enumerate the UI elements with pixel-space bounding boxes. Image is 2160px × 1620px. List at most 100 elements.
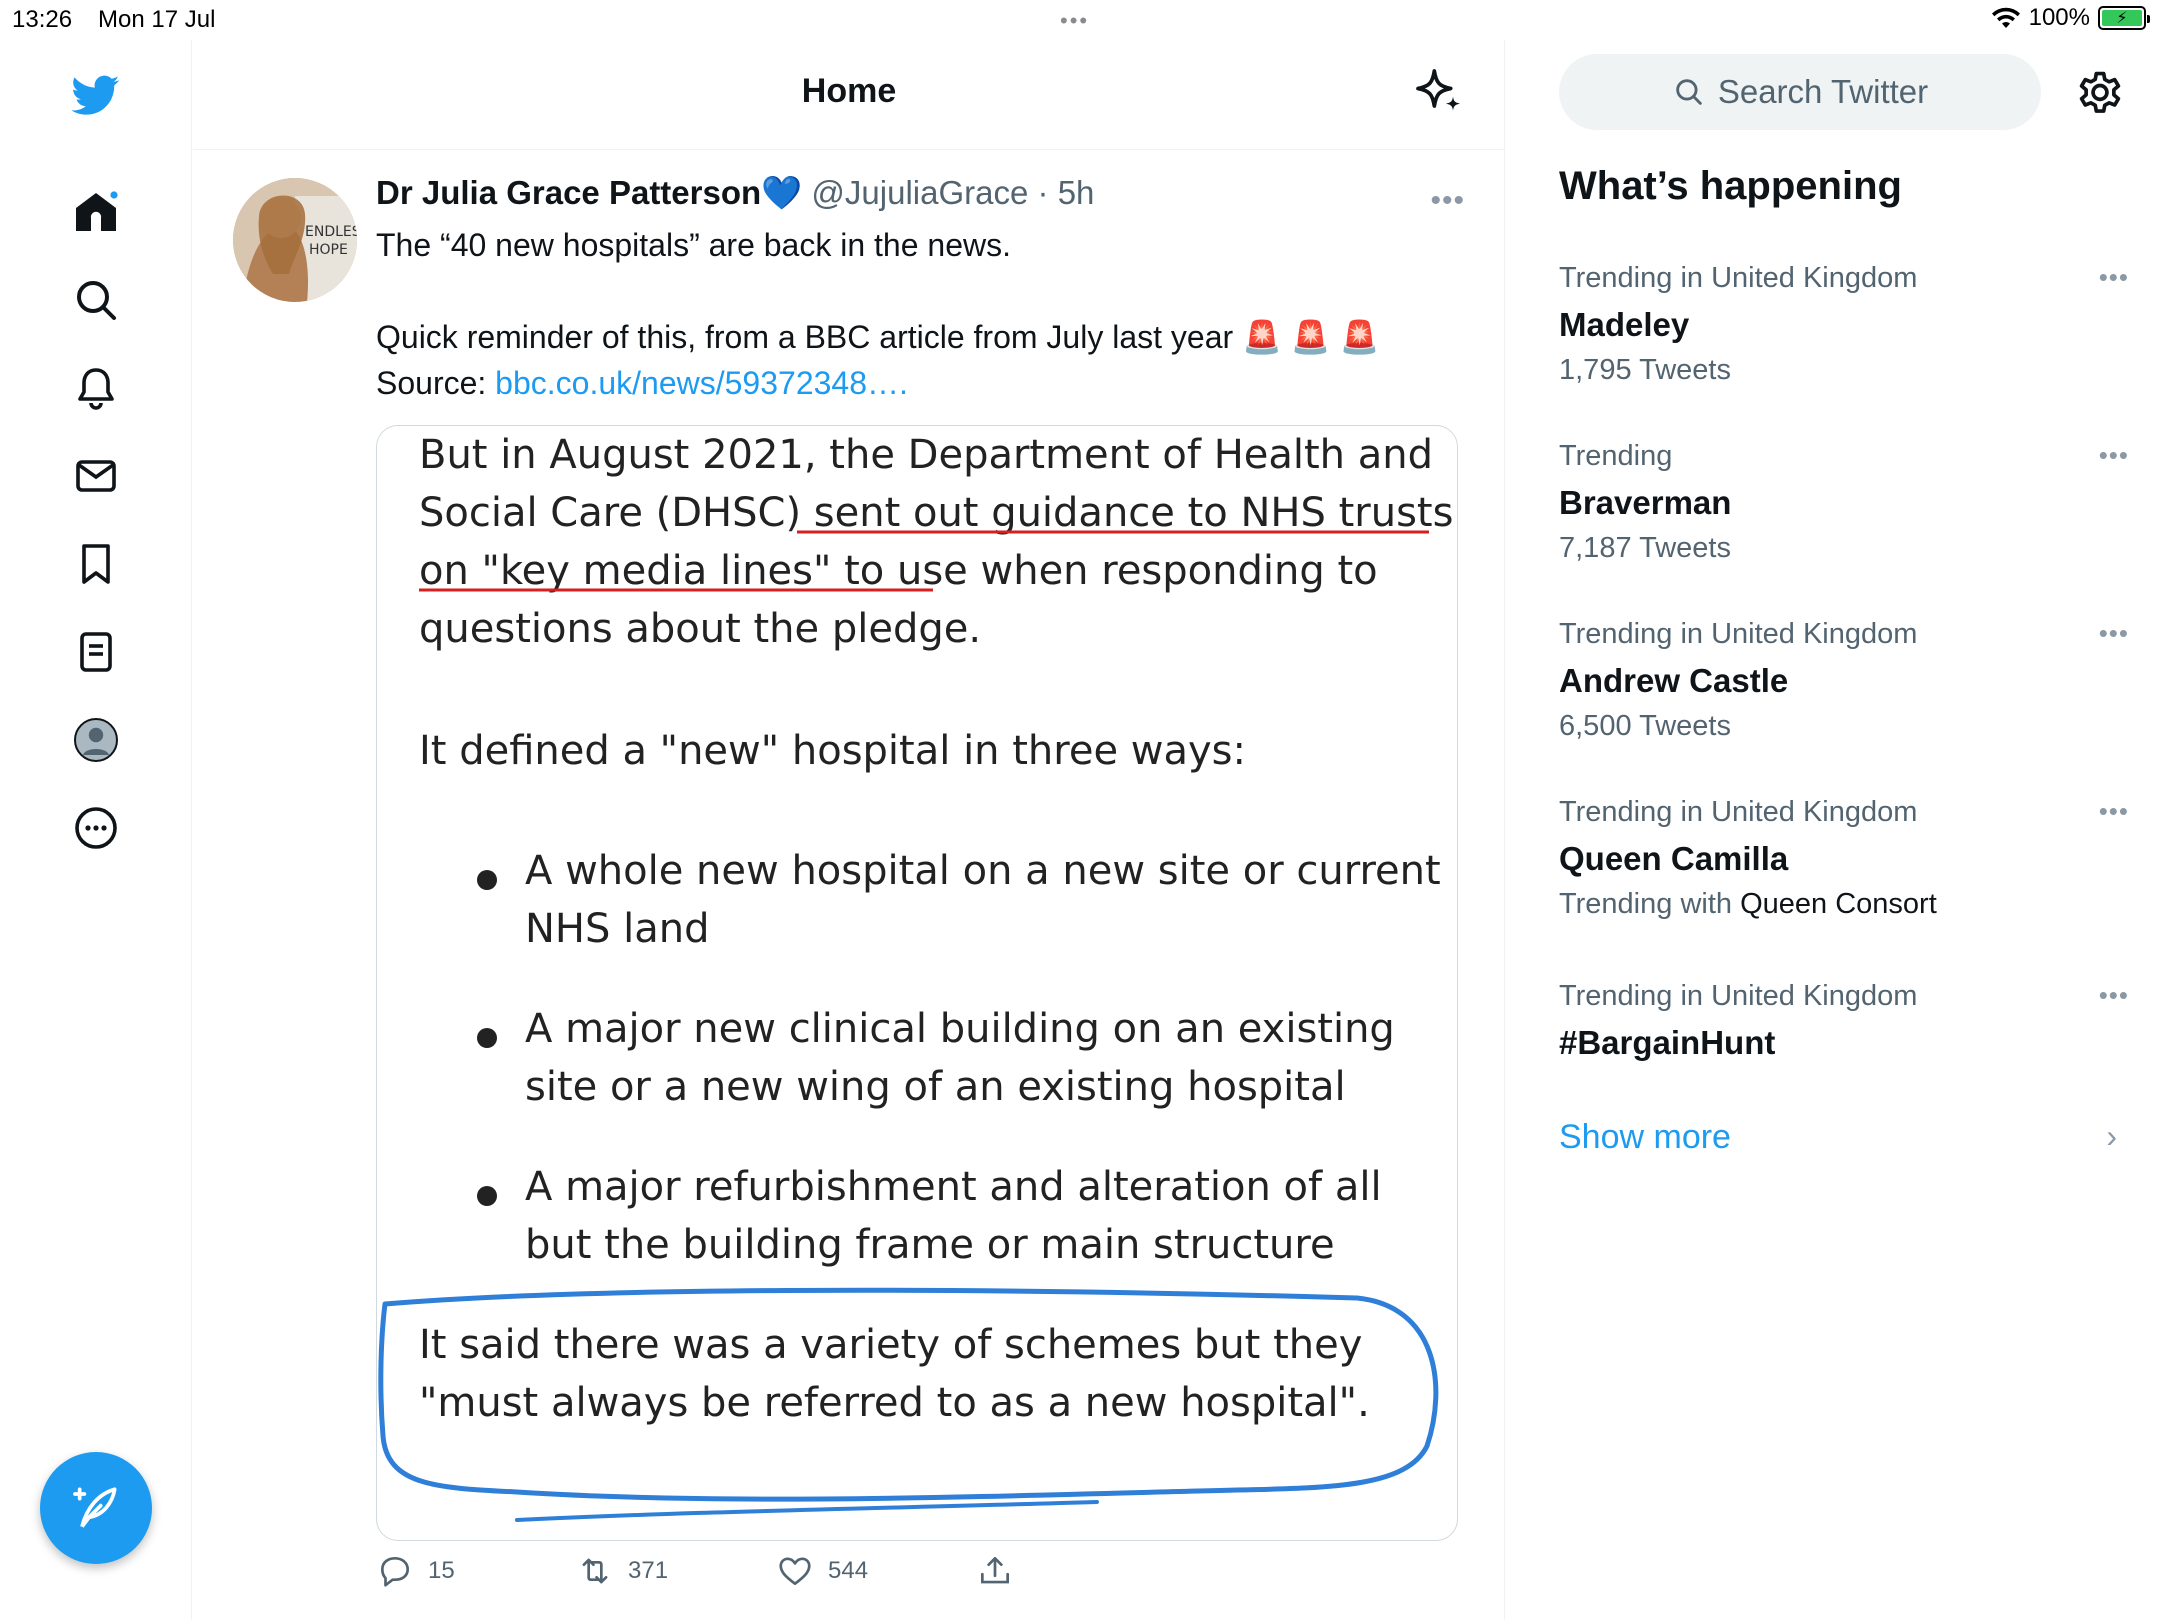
compose-tweet-button[interactable] — [40, 1452, 152, 1564]
tweet-author-avatar[interactable]: ENDLESS HOPE — [233, 178, 357, 302]
image-para2: It defined a "new" hospital in three way… — [419, 728, 1246, 774]
trend-count: 6,500 Tweets — [1559, 710, 1731, 742]
heart-emoji-icon: 💙 — [761, 174, 803, 211]
bullet-dot — [477, 1186, 497, 1206]
profile-avatar-icon — [74, 718, 118, 762]
retweet-count: 371 — [628, 1557, 669, 1584]
bell-icon — [78, 368, 114, 410]
retweet-button[interactable]: 371 — [576, 1552, 668, 1590]
nav-notifications[interactable] — [66, 358, 126, 418]
avatar-photo-icon: ENDLESS HOPE — [233, 178, 357, 302]
tweet-line-1: The “40 new hospitals” are back in the n… — [376, 227, 1011, 263]
image-bullet3-line1: A major refurbishment and alteration of … — [525, 1164, 1382, 1210]
trend-title: Madeley — [1559, 306, 1690, 343]
more-circle-icon — [75, 807, 117, 849]
tweet-line-2: Quick reminder of this, from a BBC artic… — [376, 319, 1234, 355]
trend-related: Trending with Queen Consort — [1559, 888, 1937, 921]
image-bullet2-line1: A major new clinical building on an exis… — [525, 1006, 1395, 1052]
trend-context: Trending in United Kingdom — [1559, 618, 1918, 650]
tweet-header: Dr Julia Grace Patterson💙 @JujuliaGrace … — [376, 174, 1094, 213]
trend-title: Andrew Castle — [1559, 662, 1789, 699]
nav-profile[interactable] — [66, 710, 126, 770]
reply-icon — [380, 1556, 410, 1587]
status-time: 13:26 — [12, 6, 73, 33]
nav-explore[interactable] — [66, 270, 126, 330]
sparkle-icon[interactable] — [1411, 64, 1467, 120]
right-sidebar: Search Twitter What’s happening Trending… — [1506, 40, 2160, 1620]
image-para1-line1: But in August 2021, the Department of He… — [419, 432, 1434, 478]
trend-item[interactable]: Trending in United Kingdom #BargainHunt … — [1559, 980, 2129, 1130]
siren-emoji-icon: 🚨 🚨 🚨 — [1242, 319, 1380, 355]
search-input[interactable]: Search Twitter — [1559, 54, 2041, 130]
trend-more-icon[interactable]: ••• — [2099, 262, 2129, 293]
trend-item[interactable]: Trending Braverman 7,187 Tweets ••• — [1559, 440, 2129, 590]
status-indicators: 100% ⚡ — [1991, 4, 2150, 32]
nav-more[interactable] — [66, 798, 126, 858]
trend-more-icon[interactable]: ••• — [2099, 618, 2129, 649]
like-button[interactable]: 544 — [776, 1552, 868, 1590]
twitter-logo-icon[interactable] — [66, 65, 126, 125]
trend-context: Trending — [1559, 440, 1673, 472]
trend-item[interactable]: Trending in United Kingdom Andrew Castle… — [1559, 618, 2129, 768]
trend-title: Braverman — [1559, 484, 1732, 521]
nav-messages[interactable] — [66, 446, 126, 506]
trend-related-term[interactable]: Queen Consort — [1740, 888, 1937, 920]
source-link[interactable]: bbc.co.uk/news/59372348…. — [495, 365, 908, 401]
like-count: 544 — [828, 1557, 869, 1584]
source-label: Source: — [376, 365, 496, 401]
left-nav — [0, 40, 192, 1620]
mail-icon — [76, 460, 116, 492]
settings-gear-icon[interactable] — [2074, 66, 2126, 118]
image-para3-line1: It said there was a variety of schemes b… — [419, 1322, 1363, 1368]
reply-count: 15 — [428, 1557, 455, 1584]
trend-more-icon[interactable]: ••• — [2099, 796, 2129, 827]
trend-more-icon[interactable]: ••• — [2099, 980, 2129, 1011]
timeline-header: Home — [193, 40, 1505, 150]
tweet-image[interactable]: But in August 2021, the Department of He… — [376, 425, 1458, 1541]
nav-bookmarks[interactable] — [66, 534, 126, 594]
image-bullet1-line1: A whole new hospital on a new site or cu… — [525, 848, 1441, 894]
reply-button[interactable]: 15 — [376, 1552, 455, 1590]
heart-icon — [779, 1557, 811, 1586]
page-title: Home — [801, 72, 897, 110]
image-bullet1-line2: NHS land — [525, 906, 710, 952]
home-icon — [76, 191, 118, 231]
tweet-separator: · — [1037, 174, 1049, 211]
tweet-timestamp[interactable]: 5h — [1058, 174, 1095, 211]
retweet-icon — [582, 1558, 608, 1584]
tweet-author-handle[interactable]: @JujuliaGrace — [811, 174, 1028, 211]
trend-title: Queen Camilla — [1559, 840, 1789, 877]
feather-plus-icon — [73, 1487, 117, 1528]
trend-context: Trending in United Kingdom — [1559, 262, 1918, 294]
main-timeline: Home ENDLESS HOPE Dr Julia Grace Patters… — [193, 40, 1505, 1620]
nav-home[interactable] — [66, 182, 126, 242]
trend-count: 1,795 Tweets — [1559, 354, 1731, 386]
show-more-label: Show more — [1559, 1118, 1731, 1156]
trend-item[interactable]: Trending in United Kingdom Queen Camilla… — [1559, 796, 2129, 946]
bullet-dot — [477, 1028, 497, 1048]
tweet-text: The “40 new hospitals” are back in the n… — [376, 222, 1379, 406]
multitasking-dots-icon[interactable]: ••• — [1060, 8, 1089, 34]
status-date: Mon 17 Jul — [98, 6, 216, 33]
trend-title: #BargainHunt — [1559, 1024, 1776, 1061]
trend-related-prefix: Trending with — [1559, 888, 1741, 920]
battery-icon: ⚡ — [2098, 6, 2150, 30]
tweet-more-icon[interactable]: ••• — [1430, 184, 1465, 218]
image-para1-line4: questions about the pledge. — [419, 606, 982, 652]
share-icon — [980, 1556, 1010, 1584]
trend-context: Trending in United Kingdom — [1559, 980, 1918, 1012]
image-para1-line2: Social Care (DHSC) sent out guidance to … — [419, 490, 1454, 536]
trend-count: 7,187 Tweets — [1559, 532, 1731, 564]
nav-lists[interactable] — [66, 622, 126, 682]
wifi-icon — [1991, 7, 2020, 28]
image-bullet3-line2: but the building frame or main structure — [525, 1222, 1335, 1268]
show-more-link[interactable]: Show more › — [1559, 1118, 2129, 1157]
list-icon — [80, 632, 112, 672]
image-bullet2-line2: site or a new wing of an existing hospit… — [525, 1064, 1346, 1110]
image-para1-line3: on "key media lines" to use when respond… — [419, 548, 1378, 594]
svg-text:HOPE: HOPE — [309, 242, 348, 258]
share-button[interactable] — [976, 1552, 1014, 1590]
trend-item[interactable]: Trending in United Kingdom Madeley 1,795… — [1559, 262, 2129, 412]
tweet-author-name[interactable]: Dr Julia Grace Patterson — [376, 174, 761, 211]
trend-more-icon[interactable]: ••• — [2099, 440, 2129, 471]
